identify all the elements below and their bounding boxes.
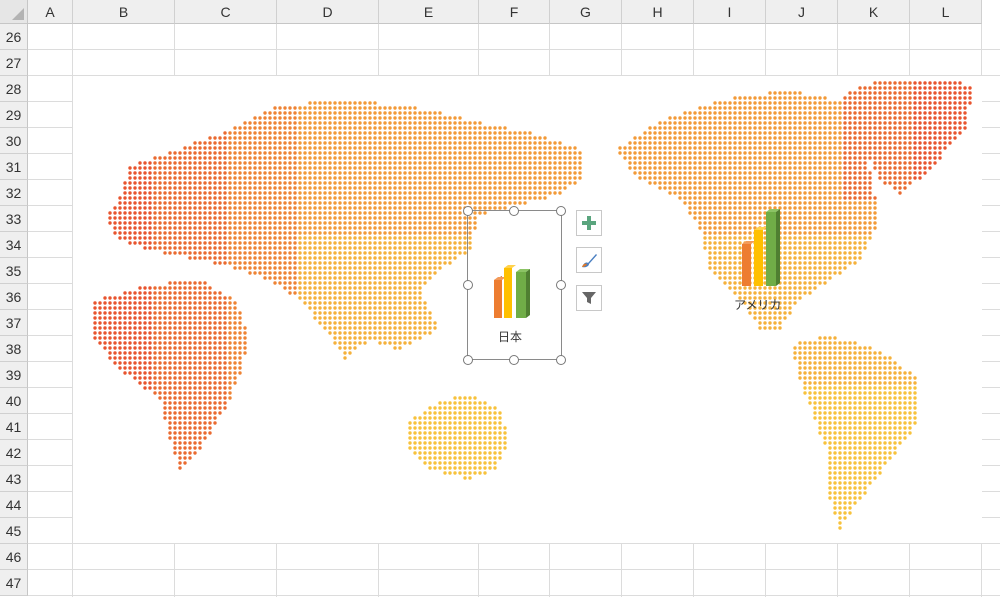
row-header-30[interactable]: 30 (0, 128, 28, 154)
select-all-icon (12, 8, 24, 20)
column-header-B[interactable]: B (73, 0, 175, 24)
row-header-38[interactable]: 38 (0, 336, 28, 362)
row-header-33[interactable]: 33 (0, 206, 28, 232)
row-header-45[interactable]: 45 (0, 518, 28, 544)
column-header-D[interactable]: D (277, 0, 379, 24)
resize-handle-bottom-right[interactable] (556, 355, 566, 365)
column-header-C[interactable]: C (175, 0, 277, 24)
resize-handle-right[interactable] (556, 280, 566, 290)
column-header-I[interactable]: I (694, 0, 766, 24)
row-header-42[interactable]: 42 (0, 440, 28, 466)
row-header-47[interactable]: 47 (0, 570, 28, 596)
resize-handle-top-left[interactable] (463, 206, 473, 216)
row-header-35[interactable]: 35 (0, 258, 28, 284)
chart-selection-frame[interactable] (467, 210, 562, 360)
row-header-39[interactable]: 39 (0, 362, 28, 388)
row-header-28[interactable]: 28 (0, 76, 28, 102)
column-header-A[interactable]: A (28, 0, 73, 24)
row-header-44[interactable]: 44 (0, 492, 28, 518)
row-header-26[interactable]: 26 (0, 24, 28, 50)
column-header-H[interactable]: H (622, 0, 694, 24)
row-header-31[interactable]: 31 (0, 154, 28, 180)
row-header-32[interactable]: 32 (0, 180, 28, 206)
chart-filters-button[interactable] (576, 285, 602, 311)
select-all-corner[interactable] (0, 0, 28, 24)
usa-label: アメリカ (734, 298, 782, 312)
resize-handle-top-right[interactable] (556, 206, 566, 216)
row-header-43[interactable]: 43 (0, 466, 28, 492)
row-header-41[interactable]: 41 (0, 414, 28, 440)
resize-handle-bottom[interactable] (509, 355, 519, 365)
row-header-37[interactable]: 37 (0, 310, 28, 336)
brush-icon (582, 254, 597, 268)
column-header-K[interactable]: K (838, 0, 910, 24)
column-header-J[interactable]: J (766, 0, 838, 24)
filter-icon (582, 292, 596, 304)
resize-handle-top[interactable] (509, 206, 519, 216)
row-header-29[interactable]: 29 (0, 102, 28, 128)
usa-bar-chart-icon[interactable] (740, 208, 784, 288)
chart-styles-button[interactable] (576, 247, 602, 273)
plus-icon (582, 216, 596, 230)
row-header-27[interactable]: 27 (0, 50, 28, 76)
column-header-L[interactable]: L (910, 0, 982, 24)
row-header-36[interactable]: 36 (0, 284, 28, 310)
row-header-34[interactable]: 34 (0, 232, 28, 258)
column-header-E[interactable]: E (379, 0, 479, 24)
resize-handle-bottom-left[interactable] (463, 355, 473, 365)
resize-handle-left[interactable] (463, 280, 473, 290)
chart-elements-button[interactable] (576, 210, 602, 236)
column-header-G[interactable]: G (550, 0, 622, 24)
row-header-40[interactable]: 40 (0, 388, 28, 414)
row-header-46[interactable]: 46 (0, 544, 28, 570)
column-header-F[interactable]: F (479, 0, 550, 24)
